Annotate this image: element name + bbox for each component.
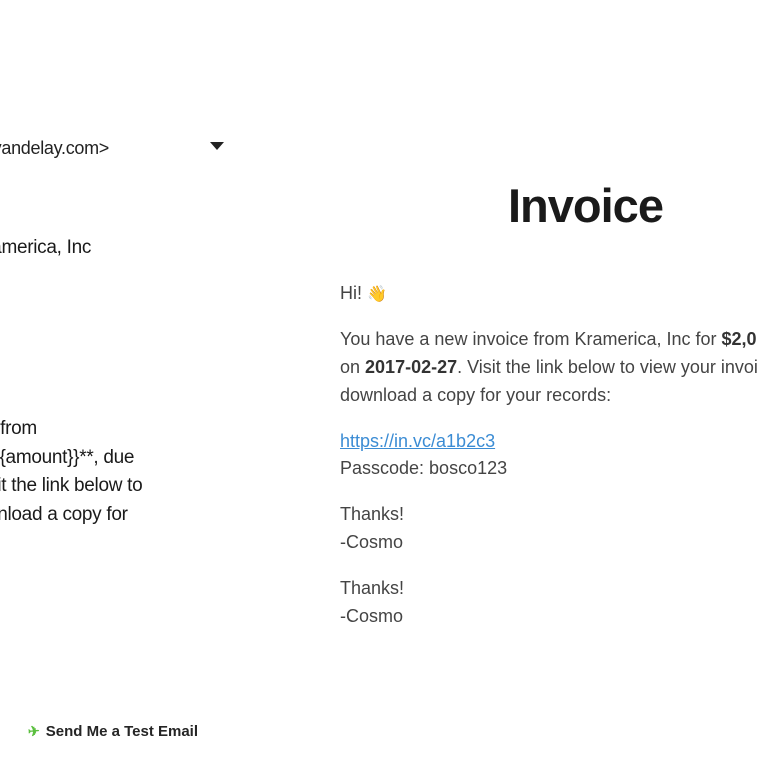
preview-pane: Hi! 👋 You have a new invoice from Kramer… bbox=[340, 280, 760, 649]
template-body-text[interactable]: nvoice from } for **{{amount}}**, due }*… bbox=[0, 415, 142, 529]
preview-title: Invoice bbox=[508, 178, 663, 233]
invoice-link[interactable]: https://in.vc/a1b2c3 bbox=[340, 431, 495, 451]
send-test-email-label: Send Me a Test Email bbox=[46, 723, 198, 740]
wave-emoji-icon: 👋 bbox=[367, 283, 387, 308]
send-test-email-button[interactable]: ✈ Send Me a Test Email bbox=[28, 723, 198, 740]
preview-signoff-1: Thanks! -Cosmo bbox=[340, 501, 760, 557]
preview-link-block: https://in.vc/a1b2c3 Passcode: bosco123 bbox=[340, 428, 760, 484]
compose-pane: :@vandelay.com> om Kramerica, Inc nvoice… bbox=[0, 0, 280, 760]
passcode-text: Passcode: bosco123 bbox=[340, 458, 507, 478]
chevron-down-icon[interactable] bbox=[210, 142, 224, 150]
preview-body-paragraph: You have a new invoice from Kramerica, I… bbox=[340, 326, 760, 410]
from-email[interactable]: :@vandelay.com> bbox=[0, 138, 109, 159]
subject-line[interactable]: om Kramerica, Inc bbox=[0, 237, 91, 259]
preview-greeting: Hi! 👋 bbox=[340, 280, 760, 308]
preview-signoff-2: Thanks! -Cosmo bbox=[340, 575, 760, 631]
paper-plane-icon: ✈ bbox=[27, 723, 40, 741]
